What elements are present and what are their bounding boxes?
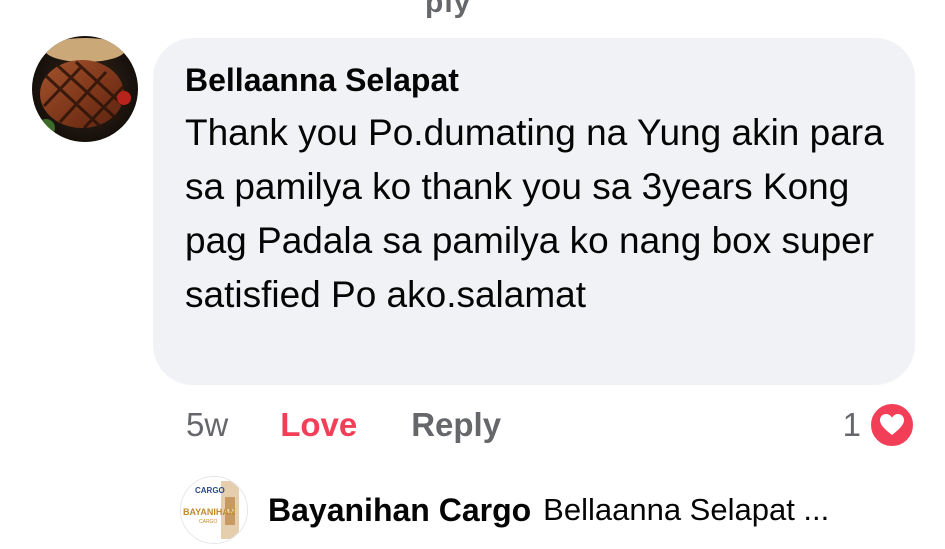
comment-thread: ply Bellaanna Selapat Thank you Po.dumat…: [0, 0, 945, 549]
reaction-summary[interactable]: 1: [843, 400, 915, 450]
comment-bubble: Bellaanna Selapat Thank you Po.dumating …: [153, 38, 915, 385]
comment-text: Thank you Po.dumating na Yung akin para …: [185, 112, 884, 315]
logo-text: BAYANIHAN: [183, 507, 235, 517]
reaction-count: 1: [842, 406, 861, 443]
reply-snippet: Bellaanna Selapat ...: [543, 492, 830, 527]
reply-author[interactable]: Bayanihan Cargo: [268, 492, 531, 529]
logo-subtext: CARGO: [199, 519, 217, 525]
avatar[interactable]: [32, 36, 138, 142]
bayanihan-cargo-logo-icon: CARGO BAYANIHAN CARGO: [181, 477, 247, 543]
steak-photo-icon: [32, 36, 138, 142]
previous-reply-fragment: ply: [425, 0, 472, 19]
reply-preview[interactable]: CARGO BAYANIHAN CARGO Bayanihan Cargo Be…: [180, 475, 829, 545]
page-avatar[interactable]: CARGO BAYANIHAN CARGO: [180, 476, 248, 544]
comment-actions: 5w Love Reply: [186, 400, 501, 450]
comment-author[interactable]: Bellaanna Selapat: [185, 60, 885, 100]
love-button[interactable]: Love: [280, 406, 357, 444]
svg-text:CARGO: CARGO: [195, 486, 225, 495]
heart-icon: [869, 402, 915, 448]
comment-age[interactable]: 5w: [186, 406, 228, 444]
reply-button[interactable]: Reply: [411, 406, 501, 444]
